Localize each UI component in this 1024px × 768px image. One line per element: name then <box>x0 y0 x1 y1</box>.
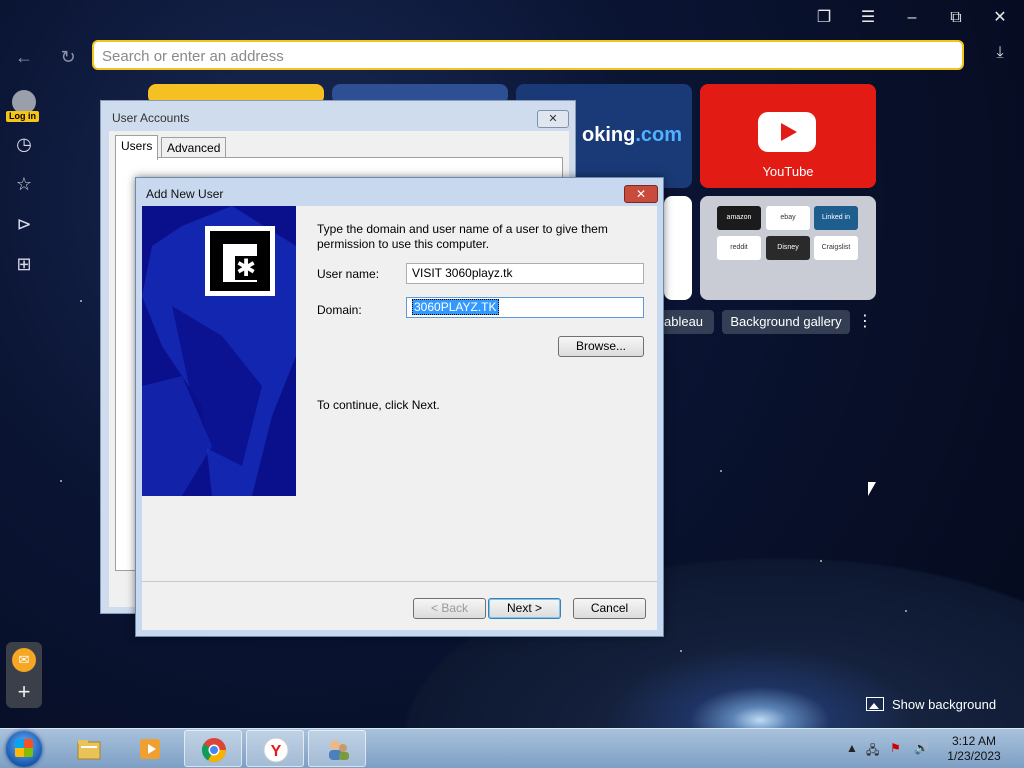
taskbar-item-yandex[interactable]: Y <box>246 730 304 767</box>
domain-selected-text: 3060PLAYZ.TK <box>412 299 499 315</box>
clock-date: 1/23/2023 <box>947 749 1001 763</box>
cancel-button[interactable]: Cancel <box>573 598 646 619</box>
taskbar: Y ▲ 🖧 ⚑ 🔊 3:12 AM 1/23/2023 <box>0 728 1024 768</box>
window-title: User Accounts <box>112 111 190 125</box>
login-label[interactable]: Log in <box>6 111 39 122</box>
divider <box>142 581 657 582</box>
back-button[interactable]: < Back <box>413 598 486 619</box>
star <box>720 470 722 472</box>
star <box>80 300 82 302</box>
action-center-icon[interactable]: ⚑ <box>890 741 901 755</box>
chrome-icon <box>201 738 226 763</box>
svg-text:Y: Y <box>271 743 282 760</box>
close-icon[interactable]: ✕ <box>987 6 1013 30</box>
tab-advanced[interactable]: Advanced <box>161 137 227 158</box>
star <box>905 610 907 612</box>
mini-tile-reddit[interactable]: reddit <box>717 236 761 260</box>
download-icon[interactable]: ⤓ <box>988 44 1012 70</box>
apps-grid-icon[interactable]: ⊞ <box>12 252 36 276</box>
star <box>60 480 62 482</box>
windows-logo-icon <box>15 739 33 757</box>
clock-time: 3:12 AM <box>951 734 997 748</box>
video-icon[interactable]: ⊳ <box>12 212 36 236</box>
tile-multi-sites[interactable]: amazon ebay Linked in reddit Disney Crai… <box>700 196 876 300</box>
mail-icon[interactable]: ✉ <box>12 648 36 672</box>
address-bar[interactable] <box>92 40 964 70</box>
reload-icon[interactable]: ↻ <box>55 44 81 70</box>
bookmarks-icon[interactable]: ❐ <box>811 6 837 30</box>
username-label: User name: <box>317 267 380 281</box>
star <box>680 650 682 652</box>
show-background-button[interactable]: Show background <box>866 694 996 716</box>
menu-icon[interactable]: ☰ <box>855 6 881 30</box>
taskbar-item-chrome[interactable] <box>184 730 242 767</box>
mouse-cursor-icon <box>868 482 876 496</box>
background-gallery-button[interactable]: Background gallery <box>722 310 850 334</box>
username-field[interactable]: VISIT 3060playz.tk <box>406 263 644 284</box>
taskbar-item-file-explorer[interactable] <box>60 730 118 767</box>
user-accounts-icon <box>329 740 349 760</box>
star <box>820 560 822 562</box>
add-panel-icon[interactable]: + <box>12 680 36 704</box>
tile-label: YouTube <box>762 164 814 179</box>
system-clock[interactable]: 3:12 AM 1/23/2023 <box>938 734 1010 764</box>
close-icon[interactable]: ✕ <box>624 185 658 203</box>
dialog-body: ✱ Type the domain and user name of a use… <box>142 206 657 630</box>
restore-icon[interactable]: ⧉ <box>943 6 969 30</box>
mini-tile-ebay[interactable]: ebay <box>766 206 810 230</box>
browser-titlebar: ❐ ☰ – ⧉ ✕ <box>0 0 1024 36</box>
image-icon <box>866 697 884 711</box>
tile-white[interactable] <box>664 196 692 300</box>
file-explorer-icon <box>77 740 101 760</box>
taskbar-item-user-accounts[interactable] <box>308 730 366 767</box>
next-button[interactable]: Next > <box>488 598 561 619</box>
youtube-play-icon <box>758 112 816 152</box>
favorites-icon[interactable]: ☆ <box>12 172 36 196</box>
yandex-icon: Y <box>263 737 289 763</box>
mini-tile-amazon[interactable]: amazon <box>717 206 761 230</box>
tableau-button[interactable]: ableau <box>660 310 714 334</box>
close-icon[interactable]: ✕ <box>537 110 569 128</box>
volume-icon[interactable]: 🔊 <box>914 741 929 755</box>
continue-text: To continue, click Next. <box>317 398 440 412</box>
more-options-icon[interactable]: ⋮ <box>856 310 874 334</box>
browse-button[interactable]: Browse... <box>558 336 644 357</box>
booking-logo: oking.com <box>582 124 683 146</box>
start-button[interactable] <box>6 731 42 767</box>
mini-tile-disney[interactable]: Disney <box>766 236 810 260</box>
mini-tile-craigslist[interactable]: Craigslist <box>814 236 858 260</box>
instruction-text: Type the domain and user name of a user … <box>317 222 608 251</box>
address-input[interactable] <box>100 43 944 69</box>
security-key-icon: ✱ <box>205 226 275 296</box>
tab-users[interactable]: Users <box>115 135 159 160</box>
wizard-side-banner: ✱ <box>142 206 296 496</box>
network-icon[interactable]: 🖧 <box>866 741 879 762</box>
back-icon[interactable]: ← <box>11 44 37 70</box>
minimize-icon[interactable]: – <box>899 6 925 30</box>
add-new-user-dialog: Add New User ✕ ✱ Type the domain and use… <box>135 177 664 637</box>
domain-label: Domain: <box>317 303 362 317</box>
dialog-title: Add New User <box>146 187 224 201</box>
mini-tile-linkedin[interactable]: Linked in <box>814 206 858 230</box>
show-hidden-icons-icon[interactable]: ▲ <box>846 741 858 755</box>
tile-youtube[interactable]: YouTube <box>700 84 876 188</box>
show-background-label: Show background <box>892 697 997 712</box>
domain-field[interactable]: 3060PLAYZ.TK <box>406 297 644 318</box>
history-icon[interactable]: ◷ <box>12 132 36 156</box>
taskbar-item-media-player[interactable] <box>122 730 180 767</box>
media-player-icon <box>140 739 160 759</box>
